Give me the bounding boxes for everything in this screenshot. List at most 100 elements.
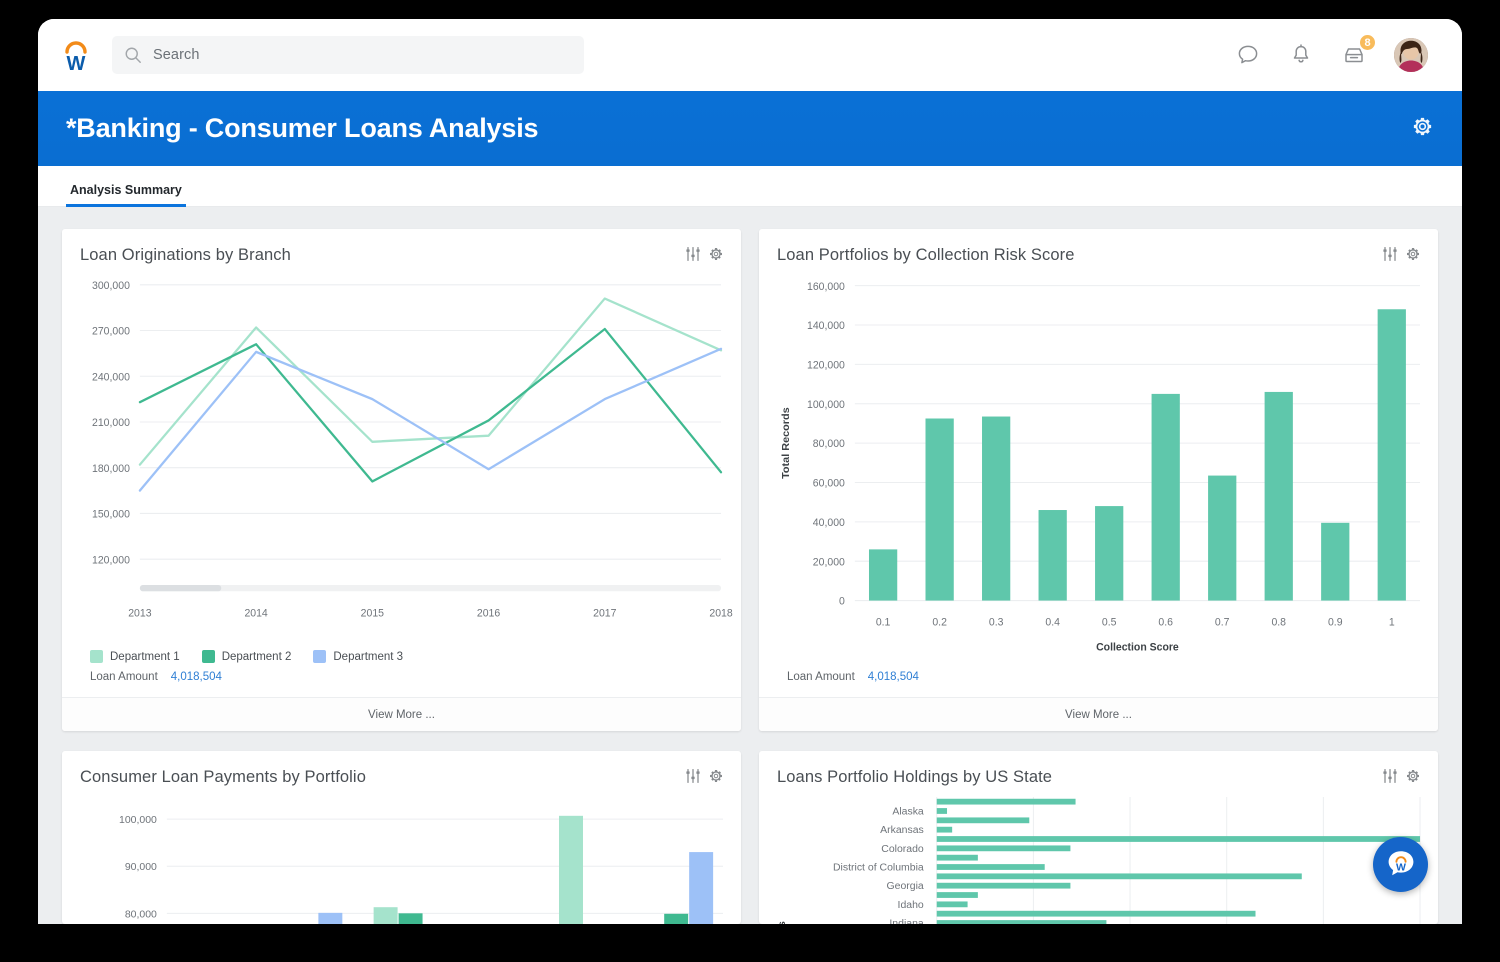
- chat-icon[interactable]: [1235, 42, 1261, 68]
- filter-sliders-icon[interactable]: [1382, 246, 1398, 267]
- metric-value[interactable]: 4,018,504: [868, 671, 919, 683]
- bell-icon[interactable]: [1288, 42, 1314, 68]
- svg-text:W: W: [1396, 861, 1406, 873]
- svg-text:80,000: 80,000: [125, 909, 157, 920]
- svg-text:Indiana: Indiana: [889, 919, 924, 924]
- svg-text:240,000: 240,000: [92, 371, 130, 383]
- svg-text:0.2: 0.2: [932, 616, 947, 628]
- legend-swatch: [90, 650, 103, 663]
- card-actions: [1382, 768, 1421, 789]
- chart-state-holdings[interactable]: Alaska Arkansas Colorado District of Columb…: [759, 789, 1438, 924]
- svg-text:2014: 2014: [244, 607, 267, 619]
- svg-text:60,000: 60,000: [813, 477, 845, 489]
- workday-logo[interactable]: W: [56, 35, 96, 75]
- card-loan-payments: Consumer Loan Payments by Portfolio 80,0…: [62, 751, 741, 924]
- card-header: Loan Originations by Branch: [62, 229, 741, 267]
- filter-sliders-icon[interactable]: [685, 246, 701, 267]
- svg-text:Idaho: Idaho: [898, 900, 924, 911]
- svg-text:0.8: 0.8: [1271, 616, 1286, 628]
- page-title: *Banking - Consumer Loans Analysis: [66, 113, 539, 143]
- card-actions: [685, 246, 724, 267]
- loan-amount-metric: Loan Amount 4,018,504: [62, 671, 741, 697]
- card-title: Loans Portfolio Holdings by US State: [777, 768, 1053, 786]
- tab-bar: Analysis Summary: [38, 166, 1462, 207]
- svg-text:100,000: 100,000: [807, 399, 845, 411]
- inbox-badge-count: 8: [1358, 33, 1377, 52]
- chart-collection-risk[interactable]: 0 20,000 40,000 60,000 80,000 100,000 120,000 1…: [759, 267, 1438, 671]
- global-header: W Search 8: [38, 19, 1462, 91]
- chart-legend: Department 1 Department 2 Department 3: [62, 646, 741, 671]
- card-title: Consumer Loan Payments by Portfolio: [80, 768, 366, 786]
- gear-icon[interactable]: [1405, 768, 1421, 789]
- svg-text:0.6: 0.6: [1158, 616, 1173, 628]
- svg-text:2013: 2013: [128, 607, 151, 619]
- gear-icon[interactable]: [1405, 246, 1421, 267]
- inbox-icon[interactable]: 8: [1341, 33, 1377, 68]
- search-placeholder: Search: [153, 47, 200, 63]
- bar-chart-svg: 0 20,000 40,000 60,000 80,000 100,000 120,000 1…: [780, 281, 1421, 653]
- view-more-button[interactable]: View More ...: [62, 697, 741, 731]
- svg-text:2015: 2015: [361, 607, 384, 619]
- svg-text:0.4: 0.4: [1045, 616, 1060, 628]
- gear-icon[interactable]: [708, 768, 724, 789]
- svg-text:Georgia: Georgia: [887, 881, 924, 892]
- header-actions: 8: [1235, 33, 1438, 72]
- filter-sliders-icon[interactable]: [685, 768, 701, 789]
- chart-loan-originations[interactable]: 120,000 150,000 180,000 210,000 240,000 270,0…: [62, 267, 741, 646]
- svg-text:Alaska: Alaska: [892, 806, 924, 817]
- card-state-holdings: Loans Portfolio Holdings by US State Ala…: [759, 751, 1438, 924]
- legend-label: Department 2: [221, 650, 292, 663]
- grouped-bar-chart-svg: 70,00080,00090,000100,000: [119, 815, 724, 924]
- svg-text:140,000: 140,000: [807, 320, 845, 332]
- legend-item-1[interactable]: Department 1: [90, 650, 180, 663]
- user-avatar[interactable]: [1394, 38, 1428, 72]
- svg-text:270,000: 270,000: [92, 325, 130, 337]
- svg-text:20,000: 20,000: [813, 556, 845, 568]
- svg-text:2018: 2018: [709, 607, 732, 619]
- workday-assistant-button[interactable]: W: [1373, 837, 1428, 892]
- metric-value[interactable]: 4,018,504: [171, 671, 222, 683]
- svg-text:2016: 2016: [477, 607, 500, 619]
- svg-text:0: 0: [839, 596, 845, 608]
- svg-text:0.3: 0.3: [989, 616, 1004, 628]
- card-header: Consumer Loan Payments by Portfolio: [62, 751, 741, 789]
- svg-text:0.7: 0.7: [1215, 616, 1230, 628]
- svg-text:120,000: 120,000: [92, 554, 130, 566]
- svg-text:1: 1: [1389, 616, 1395, 628]
- svg-text:150,000: 150,000: [92, 508, 130, 520]
- gear-icon[interactable]: [708, 246, 724, 267]
- card-loan-originations: Loan Originations by Branch 120,000 150,…: [62, 229, 741, 731]
- svg-text:Arkansas: Arkansas: [880, 825, 924, 836]
- card-actions: [1382, 246, 1421, 267]
- view-more-button[interactable]: View More ...: [759, 697, 1438, 731]
- metric-label: Loan Amount: [787, 671, 855, 683]
- legend-swatch: [201, 650, 215, 663]
- dashboard-grid: Loan Originations by Branch 120,000 150,…: [38, 207, 1462, 924]
- svg-text:210,000: 210,000: [92, 417, 130, 429]
- tab-analysis-summary[interactable]: Analysis Summary: [66, 183, 186, 207]
- svg-text:80,000: 80,000: [813, 438, 845, 450]
- svg-text:90,000: 90,000: [125, 862, 157, 873]
- svg-text:0.9: 0.9: [1328, 616, 1343, 628]
- search-icon: [124, 46, 142, 64]
- legend-item-3[interactable]: Department 3: [313, 650, 403, 663]
- chart-loan-payments[interactable]: 70,00080,00090,000100,000: [62, 789, 741, 924]
- svg-text:100,000: 100,000: [119, 815, 157, 826]
- card-actions: [685, 768, 724, 789]
- horizontal-bar-chart-svg: Alaska Arkansas Colorado District of Columb…: [777, 796, 1421, 924]
- svg-text:2017: 2017: [593, 607, 616, 619]
- svg-text:Total Records: Total Records: [777, 921, 788, 924]
- svg-text:120,000: 120,000: [807, 359, 845, 371]
- line-chart-svg: 120,000 150,000 180,000 210,000 240,000 270,0…: [92, 280, 733, 620]
- page-settings-gear-icon[interactable]: [1411, 115, 1434, 143]
- card-title: Loan Originations by Branch: [80, 246, 291, 264]
- page-header: *Banking - Consumer Loans Analysis: [38, 91, 1462, 166]
- legend-swatch: [313, 650, 327, 663]
- legend-item-2[interactable]: Department 2: [201, 650, 292, 663]
- svg-text:Total Records: Total Records: [780, 407, 792, 479]
- card-header: Loan Portfolios by Collection Risk Score: [759, 229, 1438, 267]
- search-input[interactable]: Search: [112, 36, 584, 74]
- svg-text:300,000: 300,000: [92, 280, 130, 292]
- filter-sliders-icon[interactable]: [1382, 768, 1398, 789]
- card-header: Loans Portfolio Holdings by US State: [759, 751, 1438, 789]
